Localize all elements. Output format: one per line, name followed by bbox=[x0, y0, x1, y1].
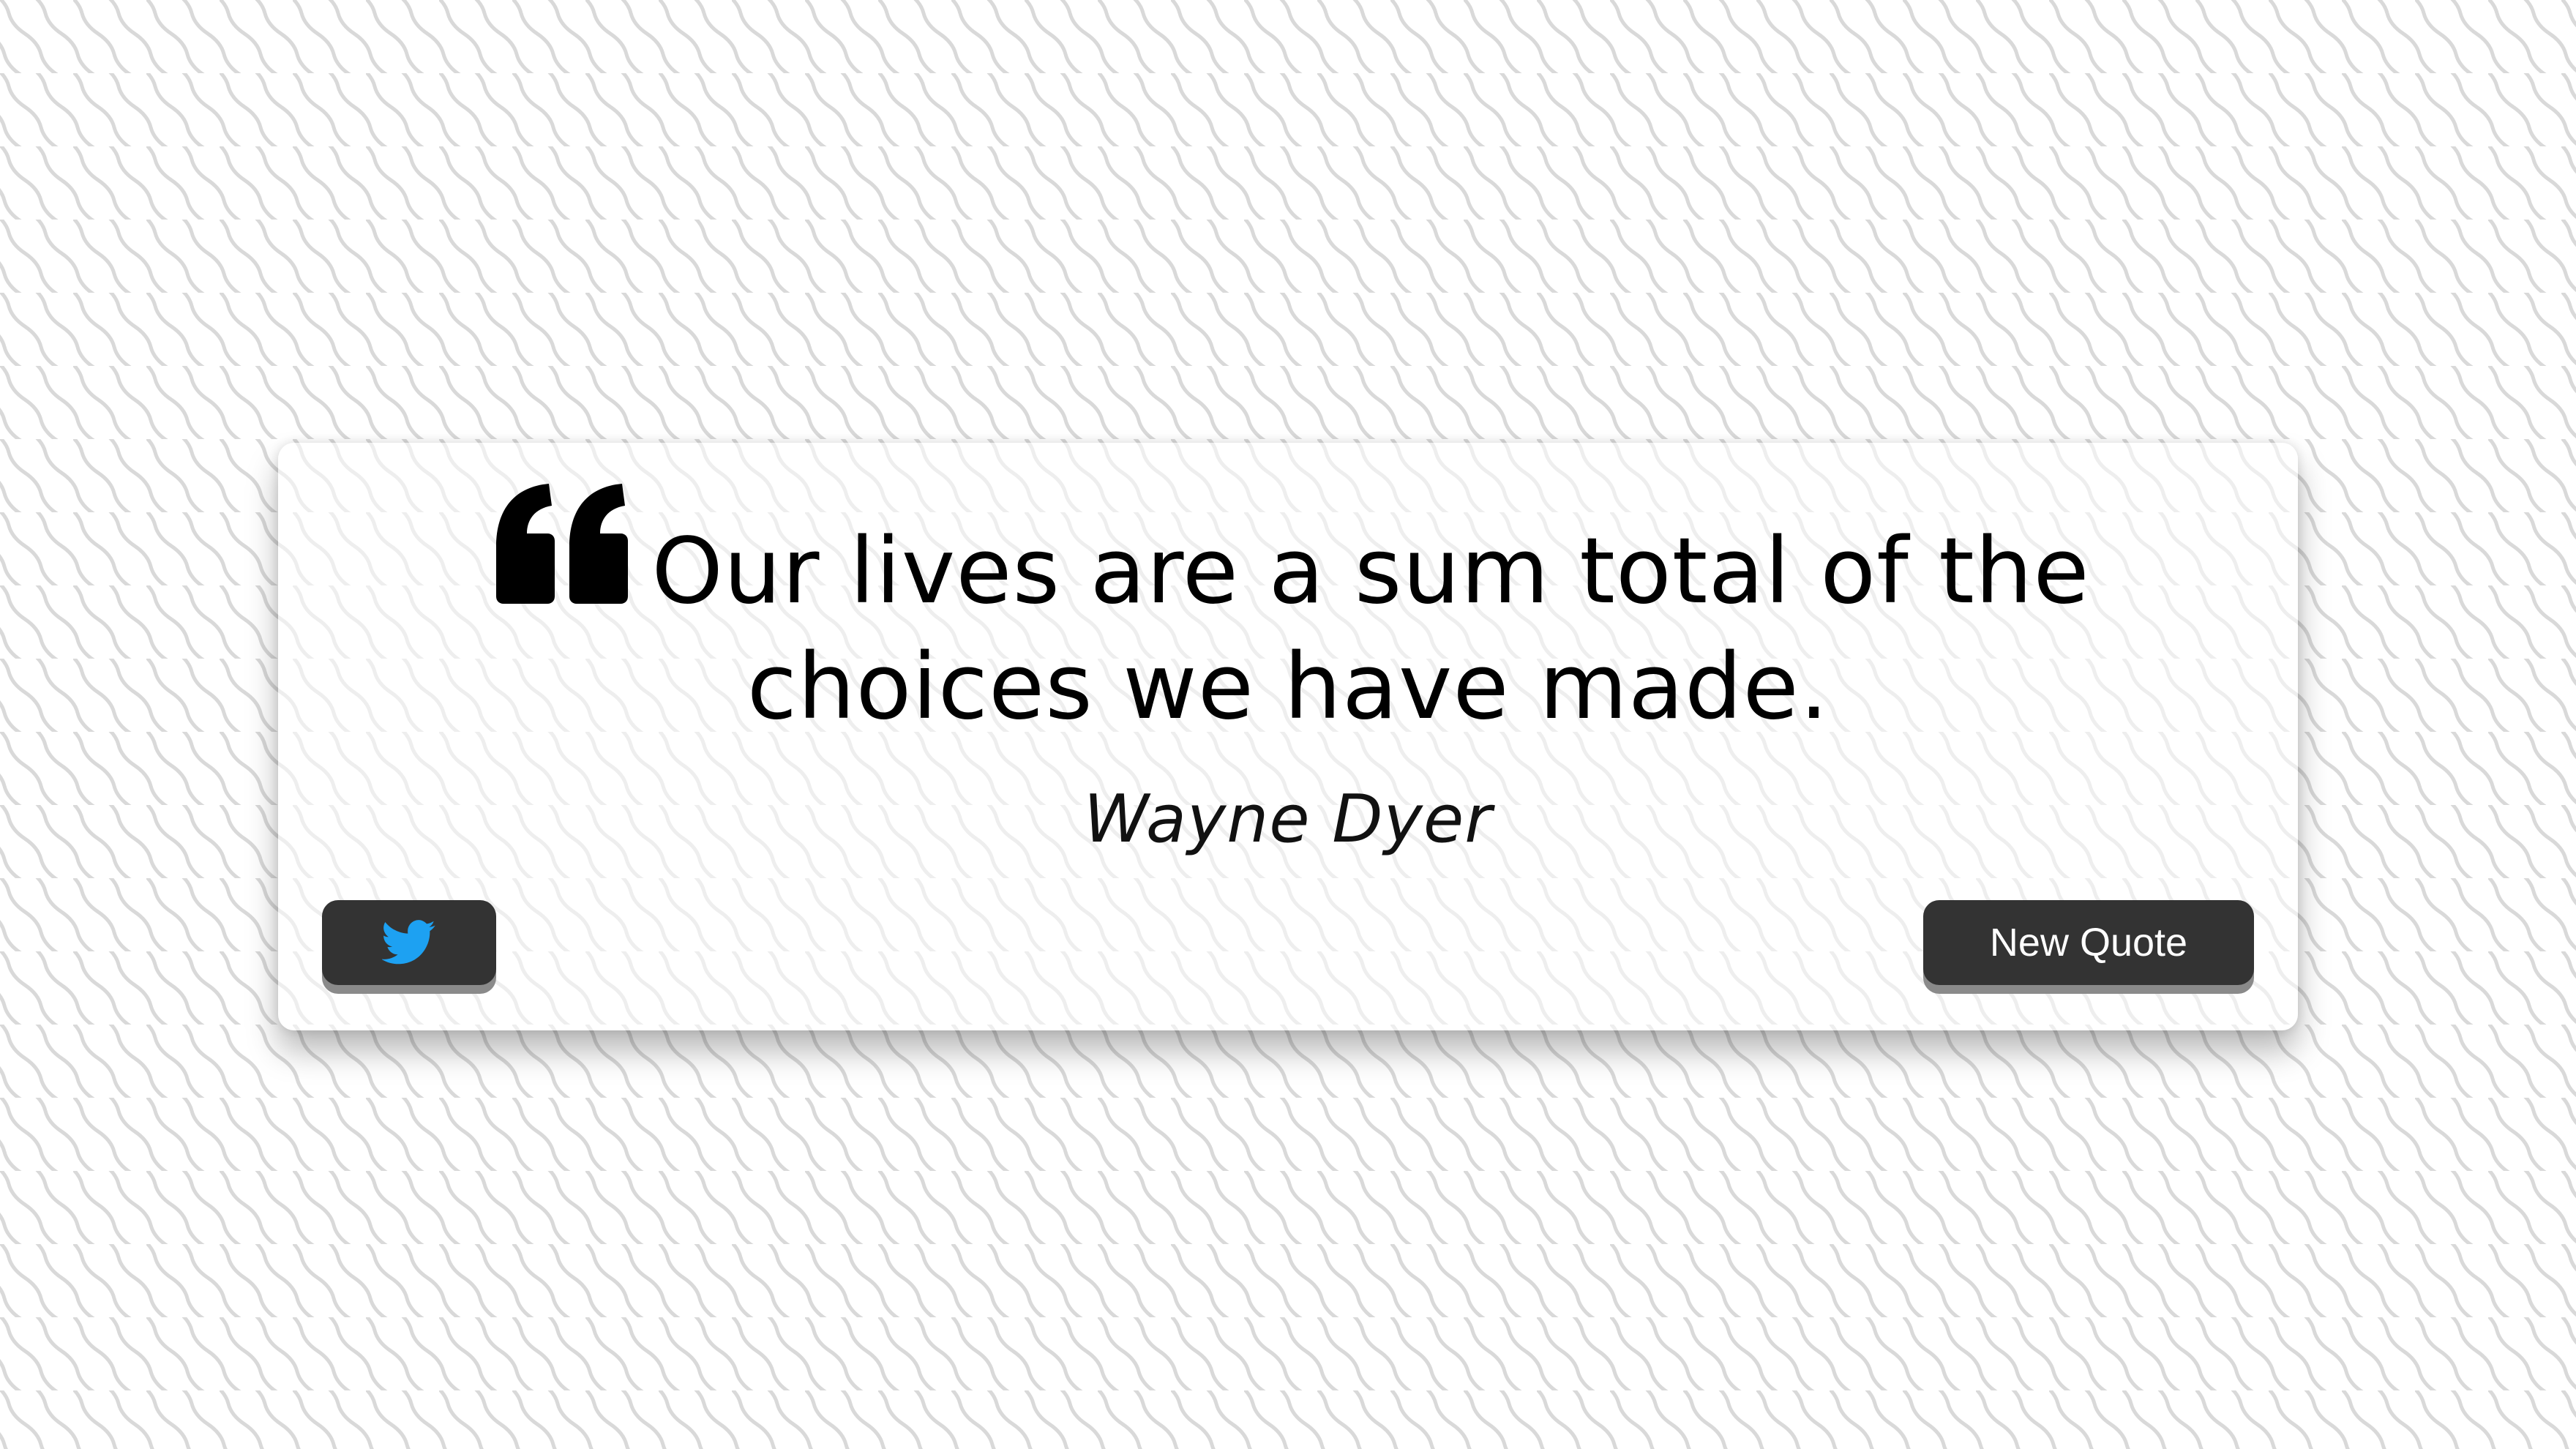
quote-left-icon bbox=[496, 484, 629, 604]
quote-box: Our lives are a sum total of the choices… bbox=[278, 443, 2298, 1030]
quote-text: Our lives are a sum total of the choices… bbox=[468, 479, 2108, 745]
quote-author: Wayne Dyer bbox=[1083, 781, 1493, 858]
tweet-quote-button[interactable] bbox=[322, 900, 496, 985]
quote-text-content: Our lives are a sum total of the choices… bbox=[651, 519, 2090, 740]
twitter-icon bbox=[382, 920, 435, 965]
new-quote-button[interactable]: New Quote bbox=[1923, 900, 2254, 985]
